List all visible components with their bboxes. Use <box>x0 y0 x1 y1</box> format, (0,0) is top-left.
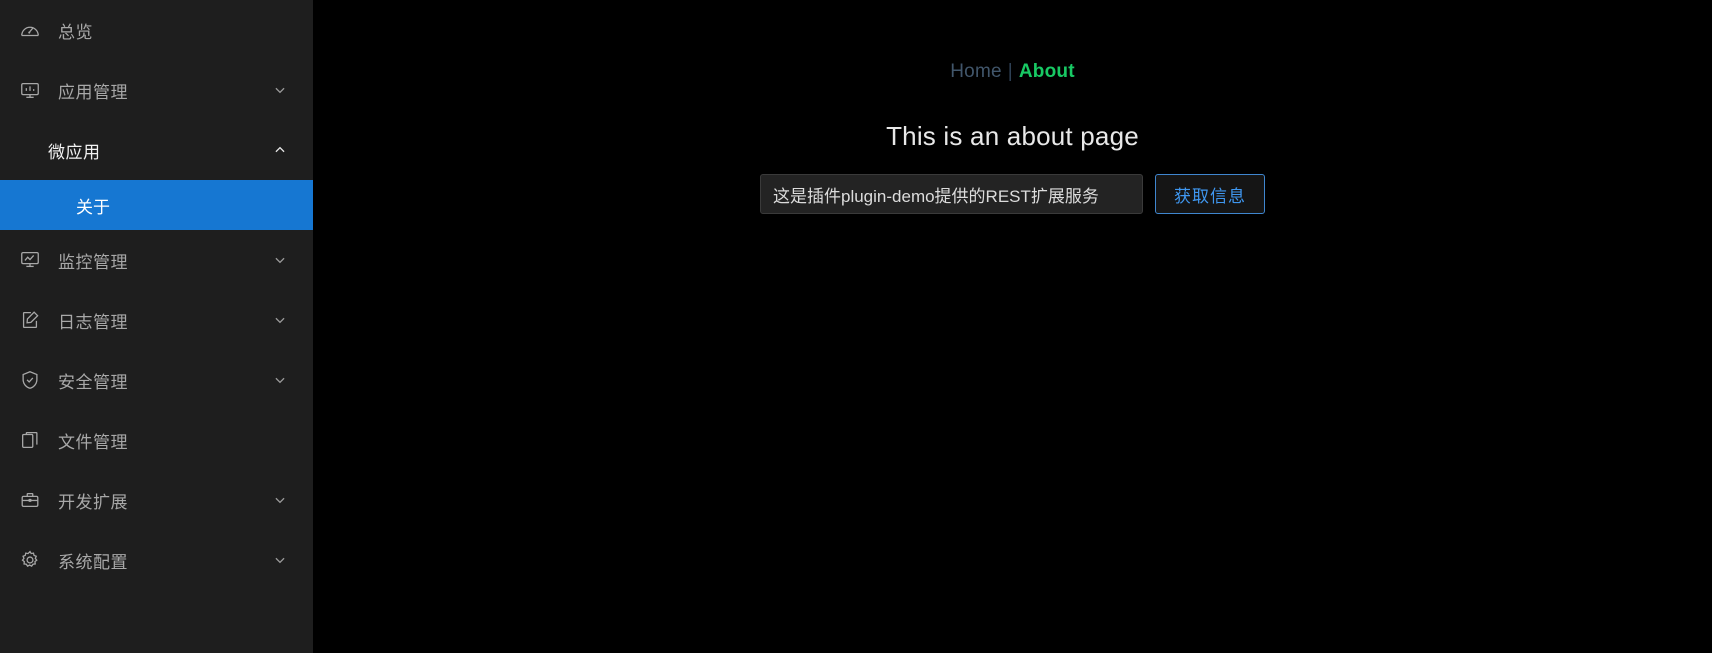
sidebar-item-dev-extension[interactable]: 开发扩展 <box>0 470 313 530</box>
sidebar-item-label: 文件管理 <box>58 432 128 452</box>
sidebar-item-app-management[interactable]: 应用管理 <box>0 60 313 120</box>
gauge-icon <box>18 18 42 42</box>
chevron-down-icon[interactable] <box>273 83 287 97</box>
chevron-down-icon[interactable] <box>273 313 287 327</box>
sidebar-item-about[interactable]: 关于 <box>0 180 313 230</box>
sidebar-item-label: 关于 <box>76 197 110 217</box>
sidebar-item-monitor-management[interactable]: 监控管理 <box>0 230 313 290</box>
sidebar-item-label: 开发扩展 <box>58 492 128 512</box>
fetch-info-button[interactable]: 获取信息 <box>1155 174 1265 214</box>
chevron-down-icon[interactable] <box>273 553 287 567</box>
rest-service-input[interactable] <box>760 174 1143 214</box>
gear-icon <box>18 548 42 572</box>
rest-form-row: 获取信息 <box>760 152 1265 214</box>
sidebar-menu: 总览 应用管理 微应用 关于 监控管理 日志管理 安全管理 文件管理 开发扩展 … <box>0 0 313 590</box>
sidebar-item-log-management[interactable]: 日志管理 <box>0 290 313 350</box>
sidebar-item-system-config[interactable]: 系统配置 <box>0 530 313 590</box>
app-root: 总览 应用管理 微应用 关于 监控管理 日志管理 安全管理 文件管理 开发扩展 … <box>0 0 1712 653</box>
file-copy-icon <box>18 428 42 452</box>
chevron-down-icon[interactable] <box>273 493 287 507</box>
sidebar-item-micro-app[interactable]: 微应用 <box>0 120 313 180</box>
breadcrumb-separator: | <box>1007 61 1013 82</box>
chevron-up-icon[interactable] <box>273 143 287 157</box>
sidebar: 总览 应用管理 微应用 关于 监控管理 日志管理 安全管理 文件管理 开发扩展 … <box>0 0 313 653</box>
toolbox-icon <box>18 488 42 512</box>
shield-check-icon <box>18 368 42 392</box>
chevron-down-icon[interactable] <box>273 373 287 387</box>
breadcrumb: Home | About <box>950 62 1075 81</box>
monitor-chart-icon <box>18 248 42 272</box>
breadcrumb-link-home[interactable]: Home <box>950 61 1001 82</box>
sidebar-item-label: 监控管理 <box>58 252 128 272</box>
chevron-down-icon[interactable] <box>273 253 287 267</box>
sidebar-item-label: 微应用 <box>48 142 101 162</box>
monitor-icon <box>18 78 42 102</box>
sidebar-item-security-management[interactable]: 安全管理 <box>0 350 313 410</box>
page-title: This is an about page <box>886 121 1139 151</box>
edit-note-icon <box>18 308 42 332</box>
sidebar-item-label: 日志管理 <box>58 312 128 332</box>
about-page: Home | About This is an about page 获取信息 <box>313 0 1712 214</box>
sidebar-item-file-management[interactable]: 文件管理 <box>0 410 313 470</box>
breadcrumb-link-about[interactable]: About <box>1019 61 1075 82</box>
sidebar-item-label: 安全管理 <box>58 372 128 392</box>
main-content: Home | About This is an about page 获取信息 <box>313 0 1712 653</box>
sidebar-item-overview[interactable]: 总览 <box>0 0 313 60</box>
sidebar-item-label: 应用管理 <box>58 82 128 102</box>
sidebar-item-label: 系统配置 <box>58 552 128 572</box>
sidebar-item-label: 总览 <box>58 22 93 42</box>
